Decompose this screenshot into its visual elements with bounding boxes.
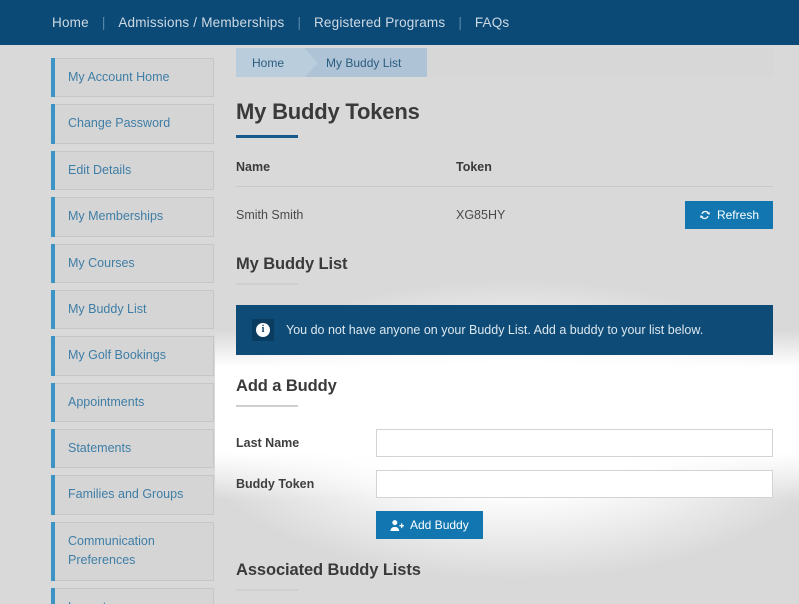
sidebar-item-label: My Golf Bookings	[68, 346, 166, 365]
sidebar-item-label: My Memberships	[68, 207, 163, 226]
breadcrumb-label: My Buddy List	[326, 56, 401, 70]
section-underline	[236, 405, 298, 407]
topnav-item-faqs[interactable]: FAQs	[475, 15, 510, 30]
alert-text: You do not have anyone on your Buddy Lis…	[286, 323, 703, 337]
buddy-tokens-table: Name Token Smith Smith XG85HY Refresh	[236, 160, 773, 229]
table-row: Smith Smith XG85HY Refresh	[236, 187, 773, 229]
buddy-token-input[interactable]	[376, 470, 773, 498]
sidebar-item-edit-details[interactable]: Edit Details	[51, 151, 214, 190]
buddy-list-empty-alert: i You do not have anyone on your Buddy L…	[236, 305, 773, 355]
sidebar-item-label: Edit Details	[68, 161, 131, 180]
cell-token: XG85HY	[456, 208, 656, 222]
sidebar-item-label: My Account Home	[68, 68, 169, 87]
section-underline	[236, 283, 298, 285]
sidebar-item-label: My Buddy List	[68, 300, 147, 319]
topnav-item-home[interactable]: Home	[52, 15, 89, 30]
breadcrumb-item-my-buddy-list[interactable]: My Buddy List	[304, 48, 427, 77]
sidebar-item-my-buddy-list[interactable]: My Buddy List	[51, 290, 214, 329]
sidebar-item-logout[interactable]: Logout	[51, 588, 214, 604]
top-navigation-links: Home | Admissions / Memberships | Regist…	[0, 0, 799, 45]
add-buddy-button-label: Add Buddy	[410, 518, 469, 532]
section-title-my-buddy-list: My Buddy List	[236, 255, 773, 274]
form-actions-spacer	[236, 511, 376, 539]
page-title: My Buddy Tokens	[236, 99, 773, 125]
sidebar-item-my-account-home[interactable]: My Account Home	[51, 58, 214, 97]
add-buddy-section: Add a Buddy Last Name Buddy Token	[236, 377, 773, 539]
refresh-button-label: Refresh	[717, 208, 759, 222]
info-icon: i	[252, 319, 274, 341]
info-icon-glyph: i	[256, 323, 270, 337]
last-name-input[interactable]	[376, 429, 773, 457]
form-row-buddy-token: Buddy Token	[236, 470, 773, 498]
user-plus-icon	[390, 519, 404, 532]
sidebar-item-label: Logout	[68, 598, 106, 604]
refresh-icon	[699, 209, 711, 221]
topnav-separator: |	[297, 15, 301, 30]
sidebar-item-communication-preferences[interactable]: Communication Preferences	[51, 522, 214, 581]
title-underline	[236, 135, 298, 138]
sidebar-item-my-golf-bookings[interactable]: My Golf Bookings	[51, 336, 214, 375]
sidebar-item-statements[interactable]: Statements	[51, 429, 214, 468]
sidebar-item-my-memberships[interactable]: My Memberships	[51, 197, 214, 236]
sidebar-item-appointments[interactable]: Appointments	[51, 383, 214, 422]
buddy-list-section: My Buddy List i You do not have anyone o…	[236, 255, 773, 355]
sidebar-item-label: Change Password	[68, 114, 170, 133]
sidebar-item-change-password[interactable]: Change Password	[51, 104, 214, 143]
column-header-actions	[656, 160, 773, 174]
topnav-item-admissions-memberships[interactable]: Admissions / Memberships	[118, 15, 284, 30]
add-buddy-button[interactable]: Add Buddy	[376, 511, 483, 539]
account-sidebar: My Account Home Change Password Edit Det…	[51, 58, 214, 604]
cell-actions: Refresh	[656, 201, 773, 229]
column-header-token: Token	[456, 160, 656, 174]
sidebar-item-label: Statements	[68, 439, 131, 458]
section-title-add-a-buddy: Add a Buddy	[236, 377, 773, 396]
cell-name: Smith Smith	[236, 208, 456, 222]
sidebar-item-label: My Courses	[68, 254, 135, 273]
main-content: Home My Buddy List My Buddy Tokens Name …	[236, 48, 773, 604]
sidebar-item-label: Families and Groups	[68, 485, 183, 504]
sidebar-item-label: Appointments	[68, 393, 144, 412]
breadcrumb-item-home[interactable]: Home	[236, 48, 304, 77]
add-buddy-form: Last Name Buddy Token Add	[236, 429, 773, 539]
column-header-name: Name	[236, 160, 456, 174]
sidebar-item-families-and-groups[interactable]: Families and Groups	[51, 475, 214, 514]
refresh-button[interactable]: Refresh	[685, 201, 773, 229]
topnav-separator: |	[458, 15, 462, 30]
topnav-separator: |	[102, 15, 106, 30]
sidebar-item-label: Communication Preferences	[68, 532, 203, 571]
sidebar-item-my-courses[interactable]: My Courses	[51, 244, 214, 283]
section-title-associated-buddy-lists: Associated Buddy Lists	[236, 561, 773, 580]
label-last-name: Last Name	[236, 436, 376, 450]
section-underline	[236, 589, 298, 591]
label-buddy-token: Buddy Token	[236, 477, 376, 491]
breadcrumb-label: Home	[252, 56, 284, 70]
associated-buddy-lists-section: Associated Buddy Lists i You do not belo…	[236, 561, 773, 604]
top-navigation-bar: Home | Admissions / Memberships | Regist…	[0, 0, 799, 45]
form-row-last-name: Last Name	[236, 429, 773, 457]
topnav-item-registered-programs[interactable]: Registered Programs	[314, 15, 445, 30]
breadcrumb: Home My Buddy List	[236, 48, 773, 77]
form-actions: Add Buddy	[236, 511, 773, 539]
table-header-row: Name Token	[236, 160, 773, 187]
